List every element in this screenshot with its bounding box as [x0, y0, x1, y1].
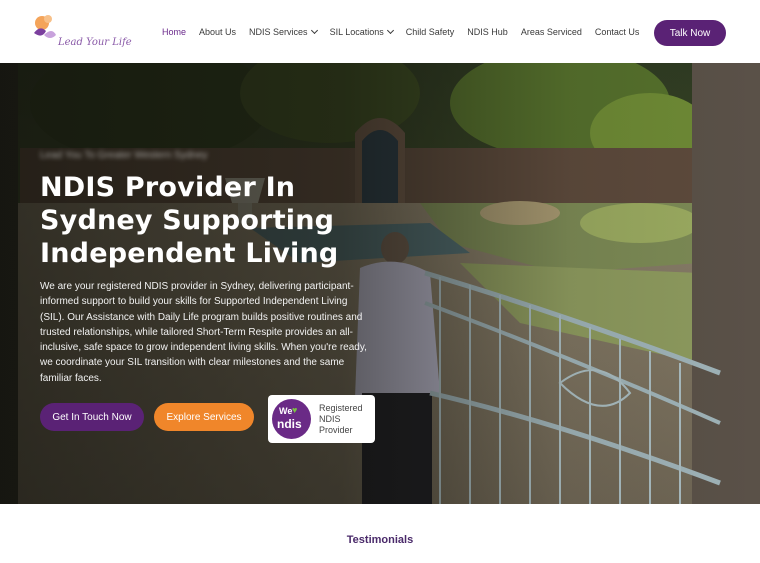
- nav-home[interactable]: Home: [162, 27, 186, 37]
- nav-ndis-hub-label: NDIS Hub: [467, 26, 508, 37]
- explore-services-button[interactable]: Explore Services: [154, 403, 254, 431]
- nav-areas-serviced[interactable]: Areas Serviced: [521, 27, 582, 37]
- main-nav: Home About Us NDIS Services SIL Location…: [162, 0, 652, 63]
- nav-ndis-services-label: NDIS Services: [249, 26, 308, 37]
- nav-contact-us[interactable]: Contact Us: [595, 27, 640, 37]
- nav-areas-serviced-label: Areas Serviced: [520, 26, 582, 37]
- nav-child-safety[interactable]: Child Safety: [406, 27, 455, 37]
- logo-text: Lead Your Life: [57, 37, 132, 48]
- nav-ndis-hub[interactable]: NDIS Hub: [467, 27, 508, 37]
- ndis-word-text: ndis: [277, 417, 302, 431]
- nav-about-us[interactable]: About Us: [199, 27, 236, 37]
- hero-description: We are your registered NDIS provider in …: [40, 281, 367, 384]
- get-in-touch-button[interactable]: Get In Touch Now: [40, 403, 144, 431]
- nav-sil-locations-label: SIL Locations: [329, 26, 384, 37]
- nav-sil-locations[interactable]: SIL Locations: [329, 26, 394, 37]
- ndis-registered-line1: Registered: [318, 402, 363, 413]
- logo[interactable]: Lead Your Life: [30, 9, 140, 55]
- nav-contact-us-label: Contact Us: [594, 26, 640, 37]
- hero-eyebrow: Lead You To Greater Western Sydney: [40, 150, 208, 161]
- chevron-down-icon: [386, 26, 394, 34]
- heart-icon: ♥: [292, 405, 298, 415]
- ndis-registered-line2: NDIS Provider: [318, 413, 353, 435]
- site-header: Lead Your Life Home About Us NDIS Servic…: [0, 0, 760, 63]
- hero-title: NDIS Provider In Sydney Supporting Indep…: [40, 172, 339, 269]
- ndis-logo: We ♥ ndis: [272, 399, 311, 439]
- nav-home-label: Home: [162, 26, 187, 37]
- hero-section: Lead You To Greater Western Sydney NDIS …: [0, 63, 760, 504]
- chevron-down-icon: [310, 26, 318, 34]
- testimonials-heading: Testimonials: [346, 534, 414, 546]
- nav-about-us-label: About Us: [199, 26, 237, 37]
- ndis-registered-text: Registered NDIS Provider: [319, 403, 375, 436]
- nav-ndis-services[interactable]: NDIS Services: [249, 26, 318, 37]
- ndis-we-text: We: [279, 406, 293, 416]
- nav-child-safety-label: Child Safety: [405, 26, 455, 37]
- ndis-registered-badge: We ♥ ndis Registered NDIS Provider: [268, 395, 375, 443]
- talk-now-button[interactable]: Talk Now: [654, 20, 726, 46]
